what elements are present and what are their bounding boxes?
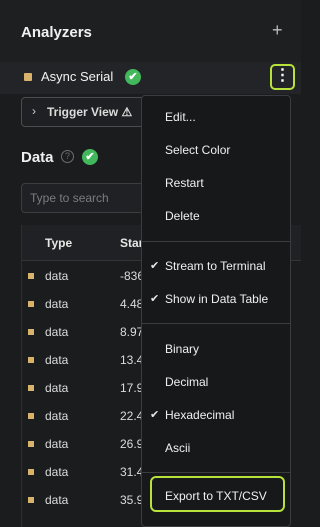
cell-type: data <box>45 353 69 367</box>
checkmark-icon: ✔ <box>150 260 160 272</box>
cell-start: 31.4 <box>120 465 144 479</box>
more-options-button[interactable]: ⋮ <box>270 64 295 90</box>
cell-start: 8.97 <box>120 325 144 339</box>
menu-divider <box>142 241 290 242</box>
cell-start: 13.4 <box>120 353 144 367</box>
cell-start: 22.4 <box>120 409 144 423</box>
cell-start: 17.9 <box>120 381 144 395</box>
row-color-swatch <box>28 441 34 447</box>
cell-type: data <box>45 437 69 451</box>
cell-type: data <box>45 269 69 283</box>
menu-divider <box>142 472 290 473</box>
add-icon[interactable]: + <box>272 21 283 39</box>
export-to-txt-csv-menu-item[interactable]: Export to TXT/CSV <box>150 476 285 512</box>
column-header-start[interactable]: Star <box>120 236 143 250</box>
column-header-type[interactable]: Type <box>45 236 72 250</box>
export-label: Export to TXT/CSV <box>165 489 267 503</box>
row-color-swatch <box>28 497 34 503</box>
chevron-right-icon: › <box>32 104 36 118</box>
cell-type: data <box>45 325 69 339</box>
menu-item-stream-to-terminal[interactable]: ✔ Stream to Terminal <box>142 252 290 280</box>
trigger-view-button[interactable]: › Trigger View ⚠ <box>21 97 151 127</box>
row-color-swatch <box>28 385 34 391</box>
analyzer-context-menu: Edit... Select Color Restart Delete ✔ Str… <box>141 95 291 527</box>
help-icon[interactable]: ? <box>61 150 74 163</box>
row-color-swatch <box>28 413 34 419</box>
row-color-swatch <box>28 469 34 475</box>
menu-item-decimal[interactable]: Decimal <box>142 368 290 396</box>
cell-start: 26.9 <box>120 437 144 451</box>
row-color-swatch <box>28 329 34 335</box>
trigger-view-label: Trigger View ⚠ <box>47 105 133 119</box>
menu-item-show-in-data-table[interactable]: ✔ Show in Data Table <box>142 285 290 313</box>
menu-item-hexadecimal[interactable]: ✔ Hexadecimal <box>142 401 290 429</box>
cell-type: data <box>45 297 69 311</box>
cell-start: 4.48 <box>120 297 144 311</box>
cell-start: 35.9 <box>120 493 144 507</box>
cell-type: data <box>45 465 69 479</box>
analyzers-header: Analyzers + <box>0 0 301 62</box>
cell-type: data <box>45 409 69 423</box>
check-circle-icon: ✔ <box>82 149 98 165</box>
menu-item-delete[interactable]: Delete <box>142 202 290 230</box>
checkmark-icon: ✔ <box>150 293 160 305</box>
menu-item-ascii[interactable]: Ascii <box>142 434 290 462</box>
row-color-swatch <box>28 301 34 307</box>
menu-item-edit[interactable]: Edit... <box>142 103 290 131</box>
data-section-title: Data <box>21 149 54 166</box>
analyzer-item-async-serial[interactable]: Async Serial ✔ <box>0 62 301 94</box>
cell-type: data <box>45 493 69 507</box>
analyzers-title: Analyzers <box>21 24 92 41</box>
checkmark-icon: ✔ <box>150 409 160 421</box>
analyzer-name: Async Serial <box>41 69 114 84</box>
menu-item-select-color[interactable]: Select Color <box>142 136 290 164</box>
check-circle-icon: ✔ <box>125 69 141 85</box>
search-input[interactable] <box>21 183 161 213</box>
row-color-swatch <box>28 273 34 279</box>
analyzer-color-swatch <box>24 73 32 81</box>
menu-divider <box>142 323 290 324</box>
menu-item-restart[interactable]: Restart <box>142 169 290 197</box>
menu-item-binary[interactable]: Binary <box>142 335 290 363</box>
cell-type: data <box>45 381 69 395</box>
row-color-swatch <box>28 357 34 363</box>
